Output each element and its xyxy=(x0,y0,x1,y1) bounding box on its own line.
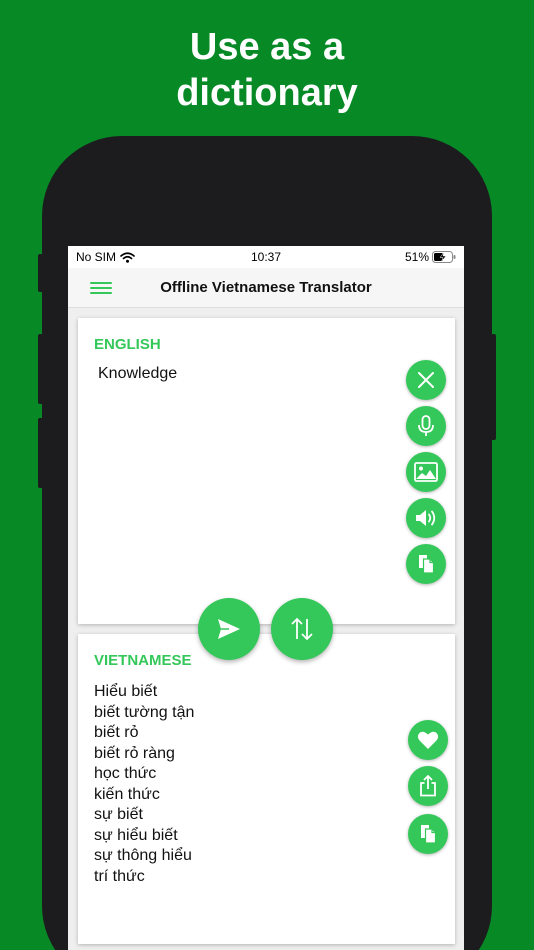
result-item: trí thức xyxy=(94,867,145,885)
source-card: ENGLISH Knowledge xyxy=(78,318,455,624)
copy-icon xyxy=(421,825,437,844)
result-item: sự hiểu biết xyxy=(94,826,178,844)
phone-side-button xyxy=(38,254,43,292)
copy-icon xyxy=(419,555,435,574)
navigation-bar: Offline Vietnamese Translator xyxy=(68,268,464,308)
translation-results: Hiểu biết biết tường tận biết rỏ biết rỏ… xyxy=(94,682,194,887)
phone-volume-up xyxy=(38,334,43,404)
result-item: học thức xyxy=(94,765,157,782)
result-item: biết tường tận xyxy=(94,703,195,721)
app-screen: No SIM 10:37 51% Offline Vietnamese Tran… xyxy=(68,246,464,950)
copy-translation-button[interactable] xyxy=(408,814,448,854)
image-input-button[interactable] xyxy=(406,452,446,492)
swap-languages-button[interactable] xyxy=(271,598,333,660)
battery-charging-icon xyxy=(432,251,456,263)
translate-button[interactable] xyxy=(198,598,260,660)
result-item: biết rỏ ràng xyxy=(94,744,175,762)
headline-line-2: dictionary xyxy=(176,72,358,114)
result-item: kiến thức xyxy=(94,785,160,803)
result-item: sự thông hiểu xyxy=(94,847,192,864)
target-language-label[interactable]: VIETNAMESE xyxy=(94,652,192,669)
image-icon xyxy=(414,462,438,482)
heart-icon xyxy=(417,731,439,749)
share-button[interactable] xyxy=(408,766,448,806)
app-title: Offline Vietnamese Translator xyxy=(160,279,372,296)
microphone-icon xyxy=(418,415,434,436)
result-item: sự biết xyxy=(94,806,143,823)
send-icon xyxy=(218,619,240,639)
phone-volume-down xyxy=(38,418,43,488)
headline: Use as a dictionary xyxy=(0,24,534,116)
source-language-label[interactable]: ENGLISH xyxy=(94,336,161,353)
status-bar: No SIM 10:37 51% xyxy=(68,246,464,268)
source-text-input[interactable]: Knowledge xyxy=(98,365,177,383)
copy-source-button[interactable] xyxy=(406,544,446,584)
translation-card: VIETNAMESE Hiểu biết biết tường tận biết… xyxy=(78,634,455,944)
swap-icon xyxy=(291,617,313,641)
result-item: biết rỏ xyxy=(94,724,139,741)
speaker-icon xyxy=(416,510,436,526)
phone-power-button xyxy=(491,334,496,440)
clear-button[interactable] xyxy=(406,360,446,400)
close-icon xyxy=(418,372,434,388)
share-icon xyxy=(420,775,436,797)
headline-line-1: Use as a xyxy=(189,26,345,68)
favorite-button[interactable] xyxy=(408,720,448,760)
speak-source-button[interactable] xyxy=(406,498,446,538)
voice-input-button[interactable] xyxy=(406,406,446,446)
battery-percent: 51% xyxy=(404,250,429,264)
result-item: Hiểu biết xyxy=(94,683,158,700)
